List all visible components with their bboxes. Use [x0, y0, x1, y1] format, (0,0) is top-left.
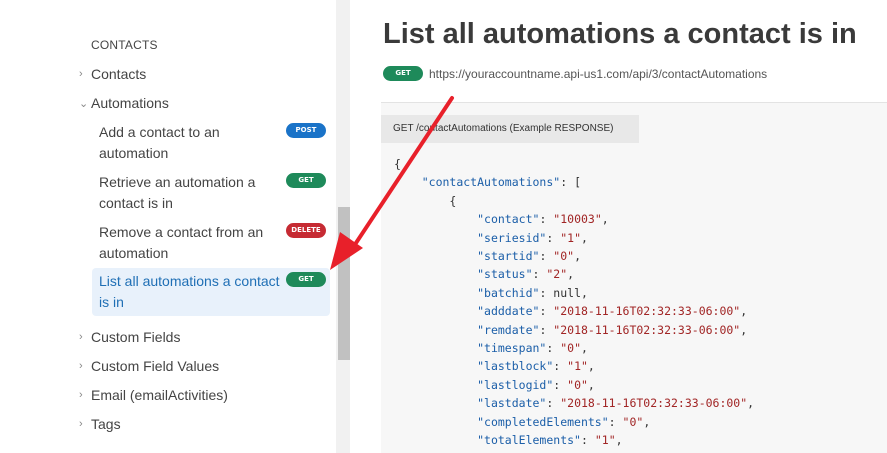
code-tab[interactable]: GET /contactAutomations (Example RESPONS…	[381, 115, 639, 143]
code-field-value: "2018-11-16T02:32:33-06:00"	[560, 396, 748, 411]
nav-item-custom-fields[interactable]: › Custom Fields	[79, 326, 180, 348]
code-field-line: "totalElements": "1",	[477, 433, 623, 448]
code-field-value: "0"	[622, 414, 644, 429]
endpoint-row: GET https://youraccountname.api-us1.com/…	[383, 66, 767, 81]
code-field-value: "1"	[567, 359, 588, 374]
code-field-line: "adddate": "2018-11-16T02:32:33-06:00",	[477, 304, 748, 319]
nav-item-label: Custom Fields	[91, 329, 181, 345]
code-field-key: completedElements	[484, 414, 602, 429]
chevron-down-icon: ⌄	[79, 97, 89, 110]
code-block: { "contactAutomations": [ { "contact": "…	[394, 157, 755, 448]
sub-item-label: List all automations a contact is in	[99, 273, 280, 310]
code-field-key: status	[484, 267, 526, 282]
code-panel: GET /contactAutomations (Example RESPONS…	[381, 102, 887, 453]
sub-item-list-automations[interactable]: List all automations a contact is in GET	[92, 268, 330, 316]
nav-item-automations[interactable]: ⌄ Automations	[79, 92, 169, 114]
code-field-key: contact	[484, 212, 533, 227]
nav-item-label: Tags	[91, 416, 121, 432]
sub-item-add-contact-automation[interactable]: Add a contact to an automation POST	[92, 119, 330, 167]
chevron-right-icon: ›	[79, 360, 83, 372]
sub-item-remove-contact-automation[interactable]: Remove a contact from an automation DELE…	[92, 219, 330, 267]
chevron-right-icon: ›	[79, 68, 83, 80]
method-badge: GET	[286, 272, 326, 287]
code-field-value: "2018-11-16T02:32:33-06:00"	[553, 322, 741, 337]
page-title: List all automations a contact is in	[383, 18, 857, 50]
nav-item-custom-field-values[interactable]: › Custom Field Values	[79, 355, 219, 377]
endpoint-url: https://youraccountname.api-us1.com/api/…	[429, 66, 768, 81]
sub-item-label: Retrieve an automation a contact is in	[99, 174, 256, 211]
method-badge: DELETE	[286, 223, 326, 238]
code-field-key: timespan	[484, 341, 540, 356]
method-badge: GET	[383, 66, 423, 81]
code-field-value: "1"	[594, 433, 616, 448]
code-field-key: lastblock	[484, 359, 547, 374]
sidebar: CONTACTS › Contacts ⌄ Automations Add a …	[0, 0, 336, 453]
code-field-value: "0"	[560, 341, 581, 356]
nav-item-tags[interactable]: › Tags	[79, 413, 121, 435]
code-field-line: "lastdate": "2018-11-16T02:32:33-06:00",	[477, 396, 755, 411]
code-field-line: "lastblock": "1",	[477, 359, 595, 374]
code-field-value: "1"	[560, 230, 581, 245]
code-field-value: "2018-11-16T02:32:33-06:00"	[553, 304, 741, 319]
sub-item-retrieve-automation[interactable]: Retrieve an automation a contact is in G…	[92, 169, 330, 217]
section-title: CONTACTS	[91, 38, 158, 52]
code-field-line: "remdate": "2018-11-16T02:32:33-06:00",	[477, 322, 748, 337]
scrollbar-thumb[interactable]	[338, 207, 350, 360]
nav-item-label: Email (emailActivities)	[91, 387, 228, 403]
code-field-key: lastlogid	[484, 377, 547, 392]
code-fields: "contact": "10003", "seriesid": "1", "st…	[394, 212, 754, 447]
code-field-line: "seriesid": "1",	[477, 230, 588, 245]
code-field-line: "status": "2",	[477, 267, 575, 282]
code-field-line: "batchid": null,	[477, 285, 588, 300]
code-field-key: totalElements	[484, 433, 575, 448]
sub-item-label: Remove a contact from an automation	[99, 224, 264, 261]
code-field-key: lastdate	[484, 396, 540, 411]
code-field-key: seriesid	[484, 230, 540, 245]
code-brace: {	[449, 193, 457, 208]
chevron-right-icon: ›	[79, 418, 83, 430]
nav-item-label: Automations	[91, 95, 169, 111]
nav-item-contacts[interactable]: › Contacts	[79, 63, 146, 85]
code-field-line: "timespan": "0",	[477, 341, 588, 356]
code-field-value: "2"	[546, 267, 568, 282]
code-field-key: remdate	[484, 322, 533, 337]
code-bracket: [	[574, 175, 581, 190]
nav-item-email-activities[interactable]: › Email (emailActivities)	[79, 384, 228, 406]
code-field-key: startid	[484, 249, 533, 264]
code-field-value: null	[553, 285, 581, 300]
chevron-right-icon: ›	[79, 389, 83, 401]
chevron-right-icon: ›	[79, 331, 83, 343]
code-root-key: "contactAutomations"	[421, 175, 561, 190]
code-field-value: "10003"	[553, 212, 602, 227]
nav-item-label: Contacts	[91, 66, 147, 82]
code-field-key: batchid	[484, 285, 533, 300]
method-badge: POST	[286, 123, 326, 138]
method-badge: GET	[286, 173, 326, 188]
code-field-value: "0"	[553, 249, 575, 264]
code-field-line: "contact": "10003",	[477, 212, 609, 227]
sub-item-label: Add a contact to an automation	[99, 124, 220, 161]
code-field-line: "startid": "0",	[477, 249, 582, 264]
code-field-line: "lastlogid": "0",	[477, 377, 595, 392]
code-brace: {	[394, 157, 401, 171]
main-content: List all automations a contact is in GET…	[350, 0, 887, 453]
code-field-line: "completedElements": "0",	[477, 414, 651, 429]
code-field-key: adddate	[484, 304, 533, 319]
nav-item-label: Custom Field Values	[91, 358, 220, 374]
code-field-value: "0"	[567, 377, 588, 392]
